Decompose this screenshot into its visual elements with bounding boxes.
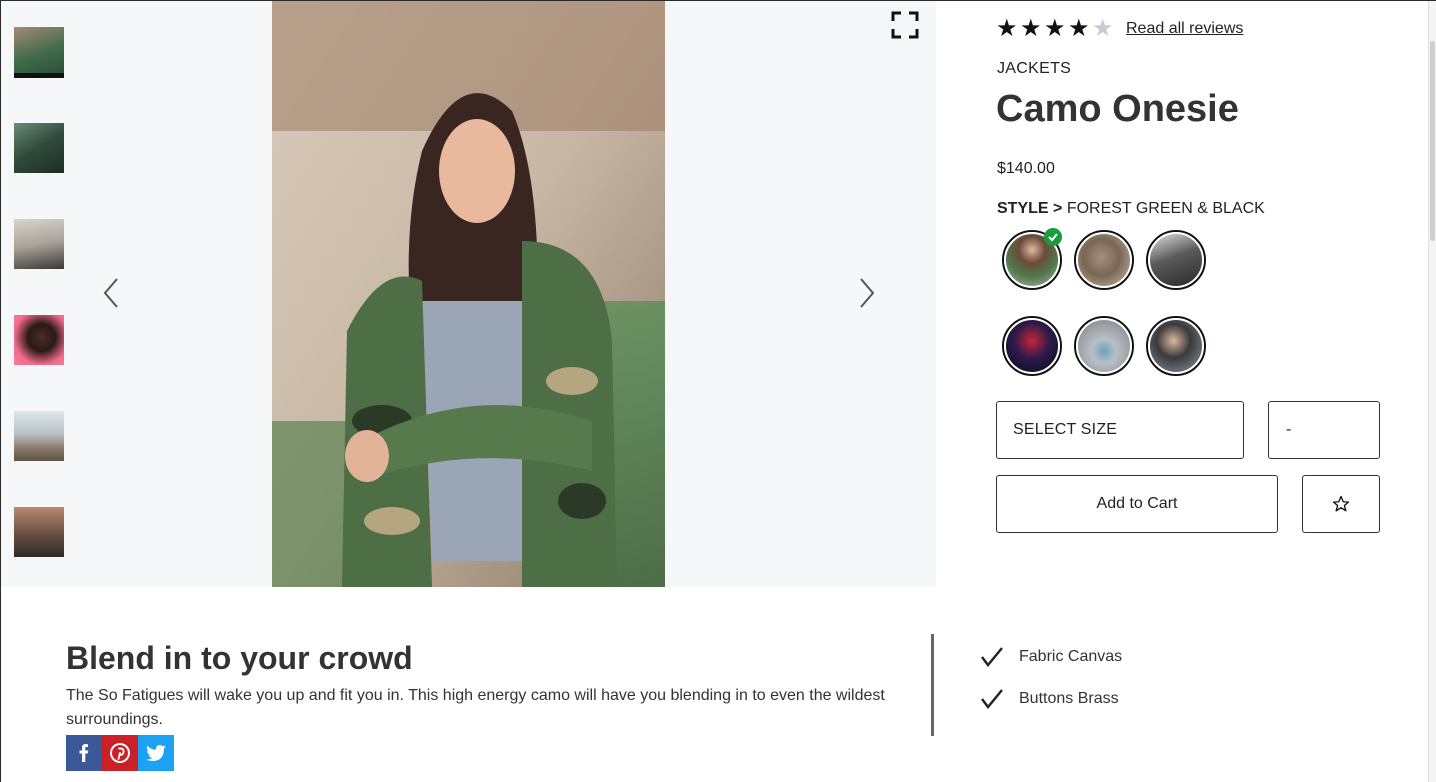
main-product-image — [272, 1, 665, 587]
feature-label: Buttons Brass — [1019, 690, 1119, 707]
product-category: JACKETS — [997, 60, 1072, 77]
image-gallery — [1, 1, 936, 587]
product-info-panel: ★ ★ ★ ★ ★ Read all reviews JACKETS Camo … — [996, 0, 1416, 590]
favorite-button[interactable] — [1302, 475, 1380, 533]
style-swatch-3[interactable] — [1146, 230, 1206, 290]
add-to-cart-button[interactable]: Add to Cart — [996, 475, 1278, 533]
active-thumbnail-indicator — [14, 73, 64, 78]
style-selector-label: STYLE > FOREST GREEN & BLACK — [997, 200, 1265, 218]
style-value: FOREST GREEN & BLACK — [1066, 200, 1265, 217]
style-swatch-4[interactable] — [1002, 316, 1062, 376]
thumbnail-5[interactable] — [14, 411, 64, 461]
star-icon: ★ — [1044, 15, 1066, 42]
feature-item: Buttons Brass — [980, 685, 1122, 713]
feature-label: Fabric Canvas — [1019, 648, 1123, 665]
checkmark-icon — [981, 647, 1003, 667]
product-title: Camo Onesie — [996, 88, 1239, 130]
style-swatch-6[interactable] — [1146, 316, 1206, 376]
description-heading: Blend in to your crowd — [66, 640, 413, 676]
chevron-left-icon[interactable] — [97, 273, 127, 313]
twitter-icon — [146, 745, 166, 761]
facebook-share-button[interactable] — [66, 735, 102, 771]
star-rating: ★ ★ ★ ★ ★ — [996, 17, 1116, 41]
check-icon — [1044, 228, 1062, 246]
chevron-right-icon[interactable] — [851, 273, 881, 313]
social-share — [66, 735, 174, 771]
read-reviews-link[interactable]: Read all reviews — [1126, 20, 1243, 38]
product-rating: ★ ★ ★ ★ ★ Read all reviews — [996, 17, 1243, 41]
product-price: $140.00 — [997, 160, 1055, 177]
thumbnail-6[interactable] — [14, 507, 64, 557]
thumbnail-1[interactable] — [14, 27, 64, 77]
expand-icon[interactable] — [891, 11, 919, 39]
style-swatch-5[interactable] — [1074, 316, 1134, 376]
checkmark-icon — [981, 689, 1003, 709]
pinterest-icon — [110, 743, 130, 763]
star-empty-icon: ★ — [1092, 15, 1114, 42]
feature-item: Fabric Canvas — [980, 643, 1122, 671]
section-divider — [931, 634, 934, 736]
star-icon: ★ — [996, 15, 1018, 42]
star-icon: ★ — [1068, 15, 1090, 42]
style-label: STYLE > — [997, 200, 1063, 217]
scrollbar-thumb[interactable] — [1430, 41, 1435, 241]
style-swatch-2[interactable] — [1074, 230, 1134, 290]
thumbnail-2[interactable] — [14, 123, 64, 173]
description-body: The So Fatigues will wake you up and fit… — [66, 687, 885, 728]
twitter-share-button[interactable] — [138, 735, 174, 771]
pinterest-share-button[interactable] — [102, 735, 138, 771]
thumbnail-list — [14, 27, 66, 603]
facebook-icon — [79, 744, 89, 762]
page-scrollbar[interactable] — [1428, 1, 1436, 782]
size-select[interactable]: SELECT SIZE — [996, 401, 1244, 459]
feature-list: Fabric Canvas Buttons Brass — [980, 643, 1122, 727]
star-icon: ★ — [1020, 15, 1042, 42]
thumbnail-3[interactable] — [14, 219, 64, 269]
thumbnail-4[interactable] — [14, 315, 64, 365]
quantity-select[interactable]: - — [1268, 401, 1380, 459]
star-outline-icon — [1332, 495, 1350, 512]
